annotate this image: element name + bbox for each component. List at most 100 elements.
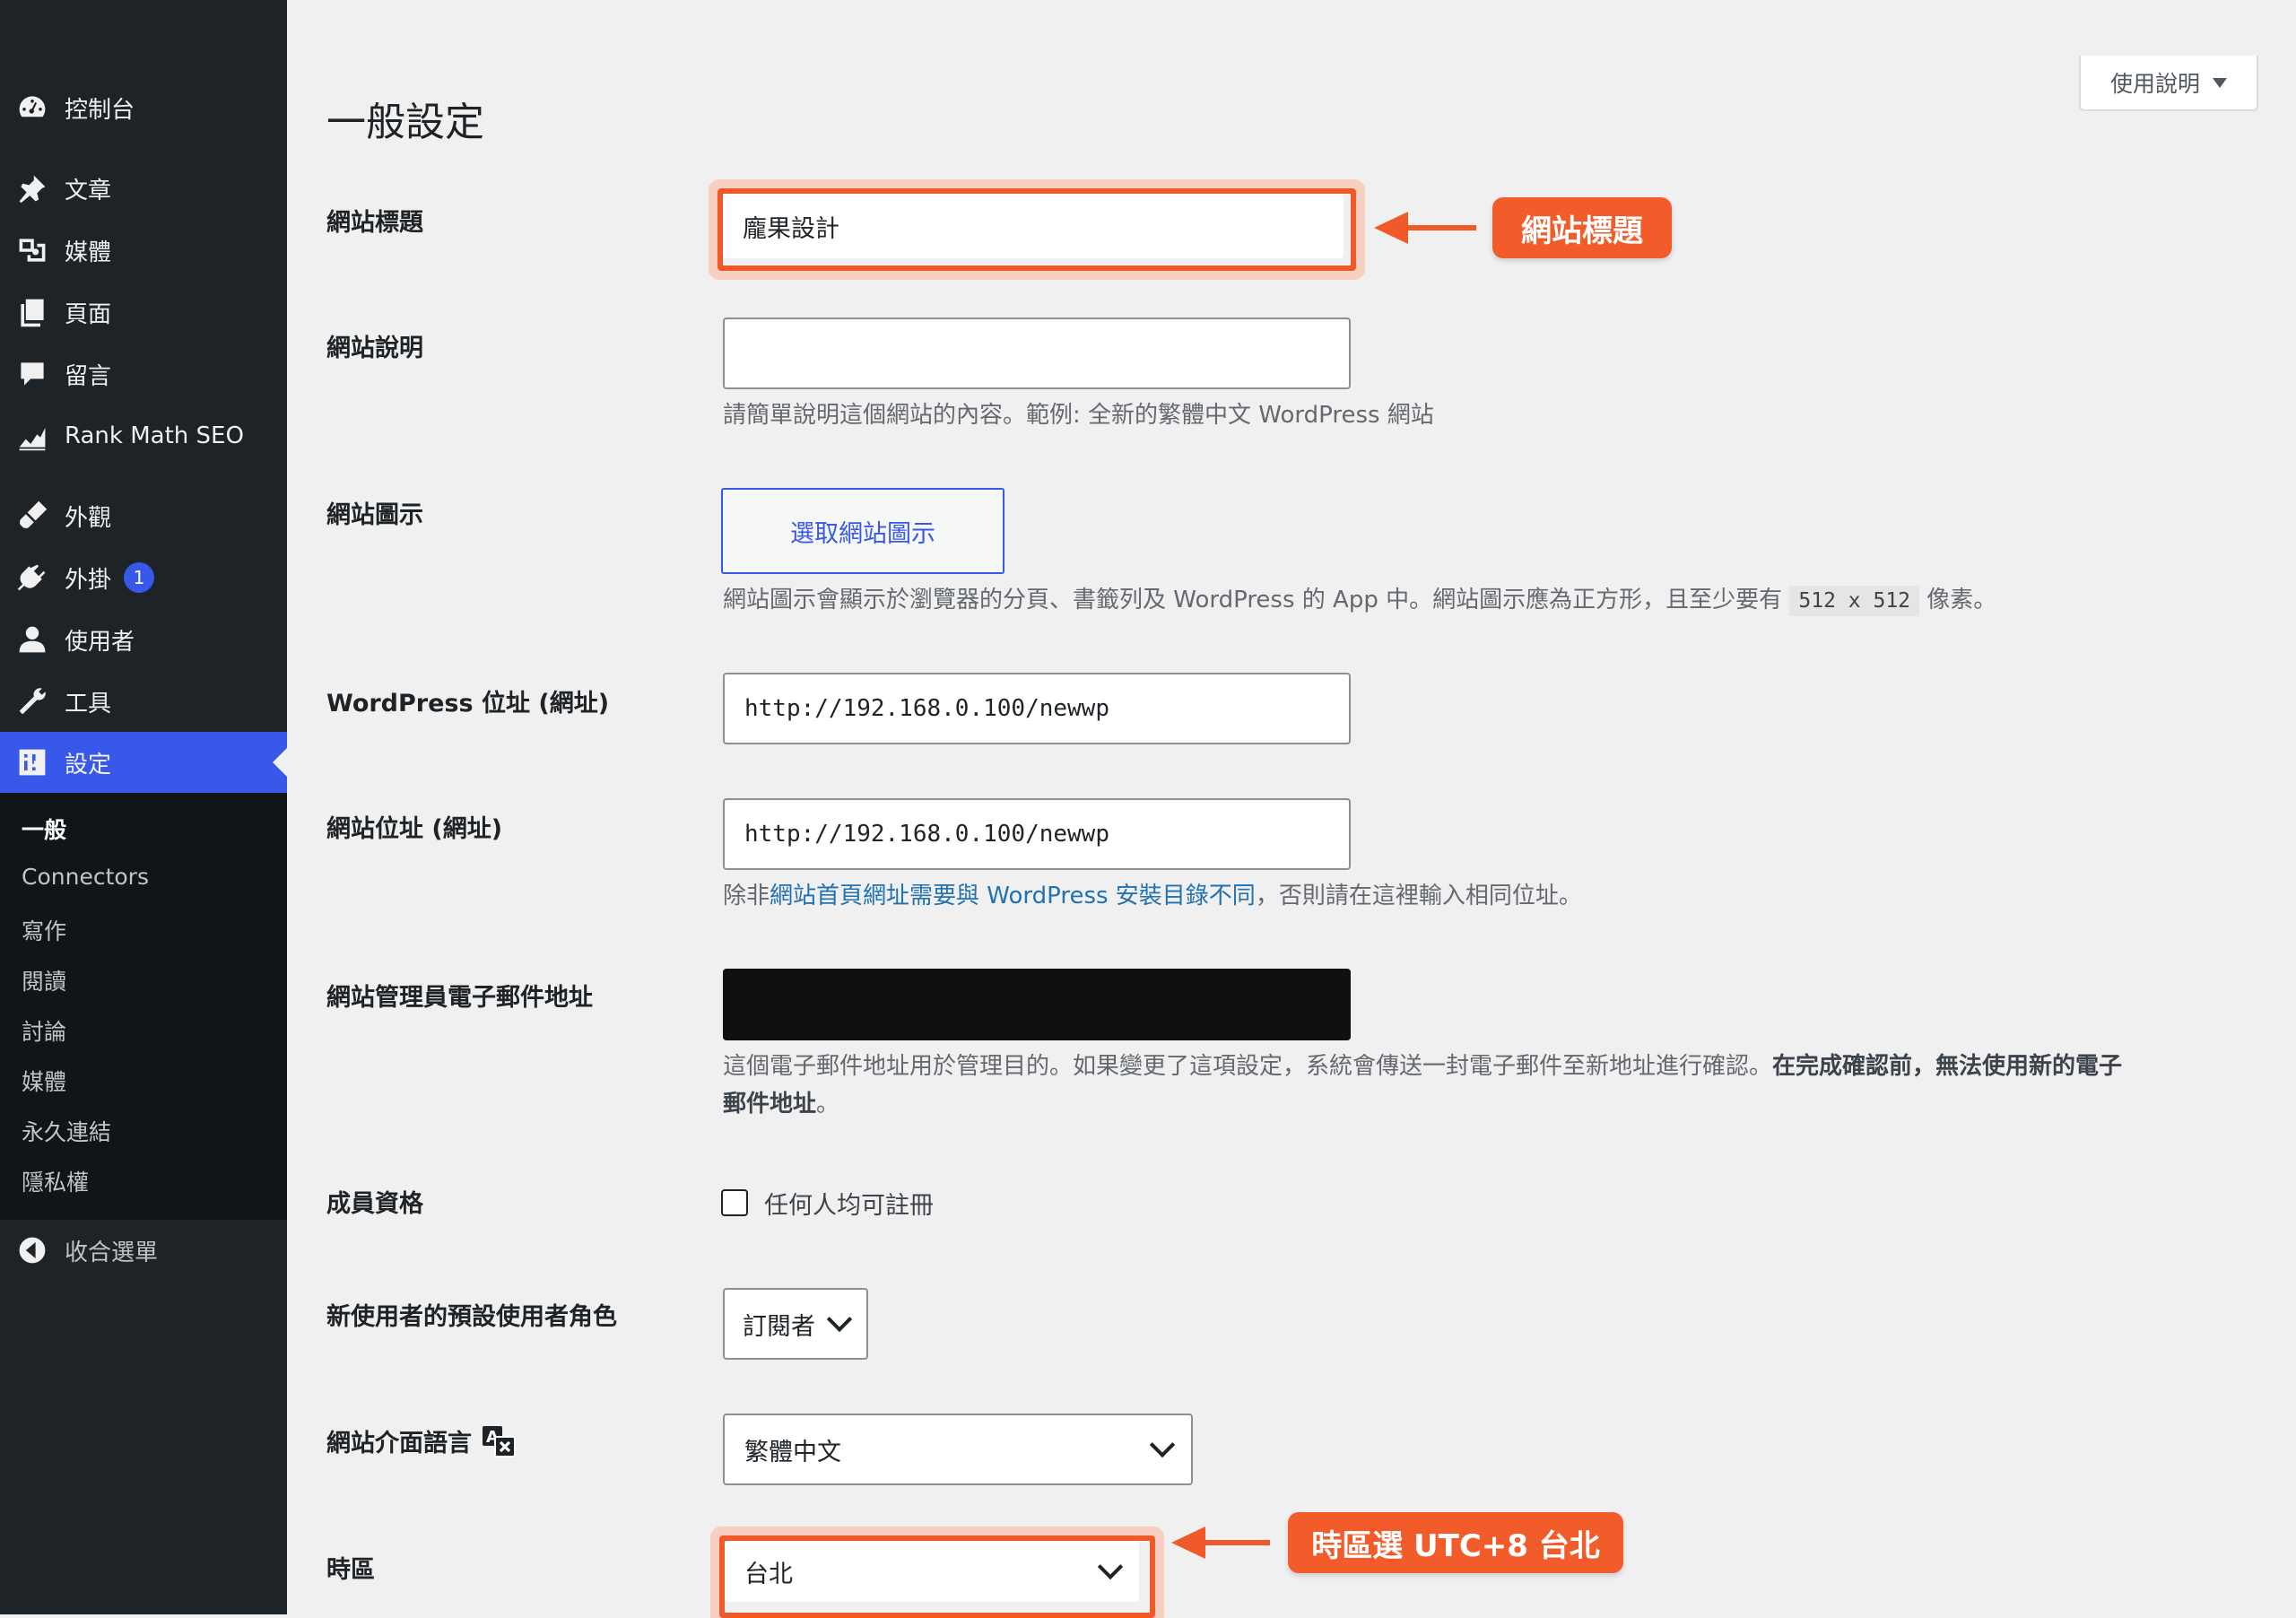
submenu-item-discussion[interactable]: 討論 <box>22 1014 66 1047</box>
settings-submenu: 一般 Connectors 寫作 閱讀 討論 媒體 永久連結 隱私權 <box>0 793 287 1220</box>
sidebar-item-label: 外掛 <box>65 566 112 594</box>
translation-icon: A <box>483 1426 516 1457</box>
site-address-desc-text: 除非 <box>723 883 770 909</box>
site-address-description: 除非網站首頁網址需要與 WordPress 安裝目錄不同，否則請在這裡輸入相同位… <box>723 877 1582 915</box>
site-address-input[interactable]: http://192.168.0.100/newwp <box>723 798 1351 870</box>
collapse-menu-label: 收合選單 <box>65 1239 159 1266</box>
admin-sidebar: 控制台 文章 媒體 頁面 留言 Rank Math SEO 外觀 外掛 1 使用… <box>0 0 287 1614</box>
timezone-callout: 時區選 UTC+8 台北 <box>1288 1512 1623 1573</box>
tagline-label: 網站說明 <box>326 335 423 362</box>
admin-email-desc-bold: 在完成確認前，無法使用新的電子 <box>1772 1053 2123 1080</box>
sidebar-item-media[interactable]: 媒體 <box>0 220 287 281</box>
tagline-input[interactable] <box>723 318 1351 389</box>
sidebar-item-label: 控制台 <box>65 96 135 124</box>
rank-math-icon <box>14 418 50 454</box>
user-icon <box>14 622 50 657</box>
site-title-input[interactable]: 龐果設計 <box>723 194 1344 258</box>
sidebar-item-pages[interactable]: 頁面 <box>0 282 287 343</box>
update-count-badge: 1 <box>124 562 155 593</box>
sidebar-item-settings[interactable]: 設定 <box>0 732 287 793</box>
sidebar-item-label: Rank Math SEO <box>65 422 244 449</box>
tagline-description: 請簡單說明這個網站的內容。範例: 全新的繁體中文 WordPress 網站 <box>723 402 1434 429</box>
site-icon-description: 網站圖示會顯示於瀏覽器的分頁、書籤列及 WordPress 的 App 中。網站… <box>723 581 1996 620</box>
site-title-callout: 網站標題 <box>1492 197 1672 258</box>
choose-site-icon-button[interactable]: 選取網站圖示 <box>721 488 1004 574</box>
admin-email-desc-text: 這個電子郵件地址用於管理目的。如果變更了這項設定，系統會傳送一封電子郵件至新地址… <box>723 1053 1773 1080</box>
submenu-item-writing[interactable]: 寫作 <box>22 914 66 946</box>
submenu-item-connectors[interactable]: Connectors <box>22 864 149 890</box>
help-tab-label: 使用說明 <box>2109 71 2200 97</box>
sidebar-item-plugins[interactable]: 外掛 1 <box>0 547 287 608</box>
site-address-help-link[interactable]: 網站首頁網址需要與 WordPress 安裝目錄不同 <box>770 883 1256 909</box>
site-address-value: http://192.168.0.100/newwp <box>744 821 1109 848</box>
settings-icon <box>14 744 50 780</box>
sidebar-item-dashboard[interactable]: 控制台 <box>0 77 287 138</box>
dashboard-icon <box>14 90 50 126</box>
chevron-down-icon <box>1097 1553 1124 1580</box>
sidebar-item-label: 使用者 <box>65 628 135 656</box>
plugin-icon <box>14 560 50 596</box>
callout-arrow-icon <box>1171 1527 1205 1559</box>
callout-arrow-line <box>1202 1540 1270 1545</box>
membership-label: 成員資格 <box>326 1190 423 1218</box>
wp-address-input[interactable]: http://192.168.0.100/newwp <box>723 673 1351 744</box>
sidebar-item-appearance[interactable]: 外觀 <box>0 485 287 546</box>
site-icon-desc-text: 網站圖示會顯示於瀏覽器的分頁、書籤列及 WordPress 的 App 中。網站… <box>723 587 1783 613</box>
site-language-value: 繁體中文 <box>744 1438 841 1466</box>
timezone-select[interactable]: 台北 <box>725 1541 1139 1602</box>
sidebar-item-label: 設定 <box>65 751 112 779</box>
brush-icon <box>14 498 50 534</box>
admin-email-description: 這個電子郵件地址用於管理目的。如果變更了這項設定，系統會傳送一封電子郵件至新地址… <box>723 1048 2248 1123</box>
media-icon <box>14 232 50 268</box>
site-language-select[interactable]: 繁體中文 <box>723 1414 1193 1485</box>
sidebar-item-label: 外觀 <box>65 504 112 532</box>
collapse-icon <box>14 1232 50 1268</box>
timezone-label: 時區 <box>326 1556 375 1584</box>
default-role-select[interactable]: 訂閱者 <box>723 1288 868 1360</box>
site-title-value: 龐果設計 <box>743 214 839 243</box>
wrench-icon <box>14 683 50 719</box>
comment-icon <box>14 356 50 392</box>
admin-email-desc-end: 。 <box>816 1091 840 1118</box>
default-role-value: 訂閱者 <box>743 1312 815 1341</box>
admin-email-input[interactable] <box>723 969 1351 1040</box>
site-icon-label: 網站圖示 <box>326 501 423 529</box>
admin-email-desc-bold-2: 郵件地址 <box>723 1091 817 1118</box>
sidebar-item-label: 媒體 <box>65 239 112 266</box>
anyone-can-register-checkbox[interactable] <box>721 1189 748 1216</box>
caret-down-icon <box>2213 77 2227 88</box>
sidebar-item-comments[interactable]: 留言 <box>0 344 287 404</box>
site-address-desc-end: ，否則請在這裡輸入相同位址。 <box>1255 883 1582 909</box>
sidebar-item-posts[interactable]: 文章 <box>0 158 287 219</box>
sidebar-item-label: 頁面 <box>65 300 112 328</box>
submenu-item-reading[interactable]: 閱讀 <box>22 964 66 996</box>
sidebar-item-tools[interactable]: 工具 <box>0 671 287 732</box>
admin-email-label: 網站管理員電子郵件地址 <box>326 984 593 1012</box>
sidebar-item-label: 工具 <box>65 690 112 718</box>
timezone-value: 台北 <box>744 1560 793 1588</box>
sidebar-item-label: 留言 <box>65 362 112 390</box>
chevron-down-icon <box>826 1306 853 1333</box>
site-icon-size-code: 512 x 512 <box>1789 586 1920 616</box>
wp-address-value: http://192.168.0.100/newwp <box>744 695 1109 722</box>
pages-icon <box>14 294 50 330</box>
sidebar-item-users[interactable]: 使用者 <box>0 609 287 670</box>
callout-arrow-icon <box>1374 212 1408 244</box>
submenu-item-permalinks[interactable]: 永久連結 <box>22 1115 111 1147</box>
site-language-label-text: 網站介面語言 <box>326 1429 472 1457</box>
page-title: 一般設定 <box>326 100 484 145</box>
collapse-menu-button[interactable]: 收合選單 <box>0 1220 287 1281</box>
wp-address-label: WordPress 位址 (網址) <box>326 690 610 718</box>
site-icon-desc-end: 像素。 <box>1926 587 1997 613</box>
pin-icon <box>14 170 50 206</box>
help-tab-button[interactable]: 使用說明 <box>2079 56 2258 111</box>
submenu-item-media[interactable]: 媒體 <box>22 1065 66 1097</box>
anyone-can-register-label[interactable]: 任何人均可註冊 <box>764 1186 934 1221</box>
sidebar-item-rank-math[interactable]: Rank Math SEO <box>0 405 287 466</box>
submenu-item-general[interactable]: 一般 <box>22 813 66 845</box>
default-role-label: 新使用者的預設使用者角色 <box>326 1303 617 1331</box>
chevron-down-icon <box>1149 1431 1176 1458</box>
site-address-label: 網站位址 (網址) <box>326 815 503 843</box>
site-language-label: 網站介面語言 A <box>326 1422 517 1458</box>
submenu-item-privacy[interactable]: 隱私權 <box>22 1165 89 1197</box>
